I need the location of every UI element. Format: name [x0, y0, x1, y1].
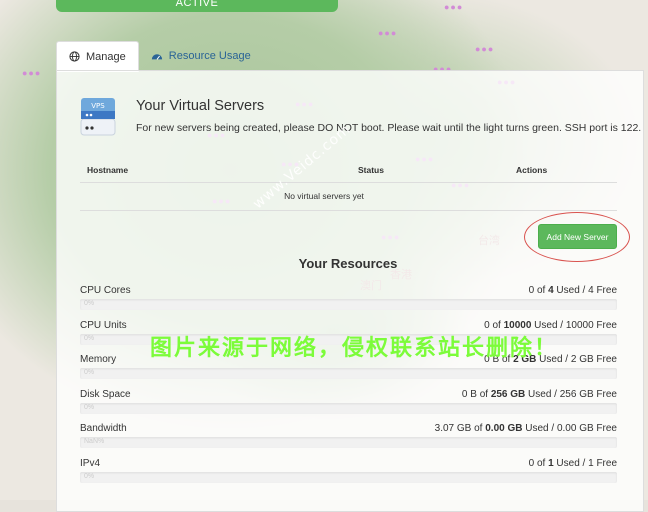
resource-progress-percent: 0% — [84, 403, 95, 411]
table-divider — [80, 210, 617, 211]
resource-label: Disk Space — [80, 388, 131, 400]
resource-progress-percent: NaN% — [84, 438, 105, 446]
resource-progress-bar: 0% — [80, 299, 617, 310]
resource-value: 0 B of 256 GB Used / 256 GB Free — [461, 388, 617, 400]
resource-progress-bar: 0% — [80, 472, 617, 483]
resource-progress-percent: 0% — [84, 369, 95, 377]
resource-total: 10000 — [503, 319, 532, 331]
map-marker: ●●● — [475, 44, 495, 54]
table-divider — [80, 182, 617, 183]
server-status-bar: ACTIVE — [56, 0, 338, 12]
resource-label: CPU Cores — [80, 285, 131, 296]
resource-value: 3.07 GB of 0.00 GB Used / 0.00 GB Free — [434, 423, 617, 435]
resource-value: 0 of 10000 Used / 10000 Free — [484, 319, 617, 331]
resource-value: 0 of 4 Used / 4 Free — [528, 285, 617, 296]
resource-total: 256 GB — [490, 388, 526, 400]
column-header-status: Status — [358, 165, 384, 175]
ssh-notice: For new servers being created, please DO… — [136, 122, 642, 134]
page-title: Your Virtual Servers — [136, 98, 265, 114]
resource-progress-percent: 0% — [84, 334, 95, 342]
tab-manage-label: Manage — [86, 50, 126, 63]
globe-icon — [69, 51, 80, 62]
map-marker: ●●● — [22, 68, 42, 78]
map-marker: ●●● — [378, 28, 398, 38]
empty-servers-message: No virtual servers yet — [284, 191, 364, 201]
watermark-banner: 图片来源于网络，侵权联系站长删除！ — [150, 336, 559, 361]
resource-progress-bar: 0% — [80, 402, 617, 414]
resource-progress-percent: 0% — [84, 473, 95, 480]
add-new-server-button[interactable]: Add New Server — [538, 224, 617, 249]
resource-label: Bandwidth — [80, 423, 127, 435]
vps-server-icon: VPS — [80, 98, 116, 136]
resource-progress-percent: 0% — [84, 300, 95, 307]
resources-title: Your Resources — [298, 256, 398, 271]
resource-label: IPv4 — [80, 458, 101, 469]
resource-total: 0.00 GB — [485, 423, 523, 435]
map-marker: ●●● — [444, 2, 464, 12]
tab-manage[interactable]: Manage — [56, 41, 139, 72]
tab-bar: Manage Resource Usage — [56, 41, 263, 72]
column-header-actions: Actions — [516, 165, 548, 175]
tab-resource-usage-label: Resource Usage — [168, 49, 251, 62]
dashboard-icon — [151, 53, 162, 60]
resource-label: Memory — [80, 354, 117, 366]
resource-progress-bar: NaN% — [80, 437, 617, 449]
tab-resource-usage[interactable]: Resource Usage — [139, 41, 263, 70]
resource-value: 0 of 1 Used / 1 Free — [528, 458, 617, 469]
column-header-hostname: Hostname — [87, 165, 129, 175]
resource-progress-bar: 0% — [80, 368, 617, 380]
vps-logo-text: VPS — [91, 102, 105, 110]
resource-label: CPU Units — [80, 319, 127, 331]
